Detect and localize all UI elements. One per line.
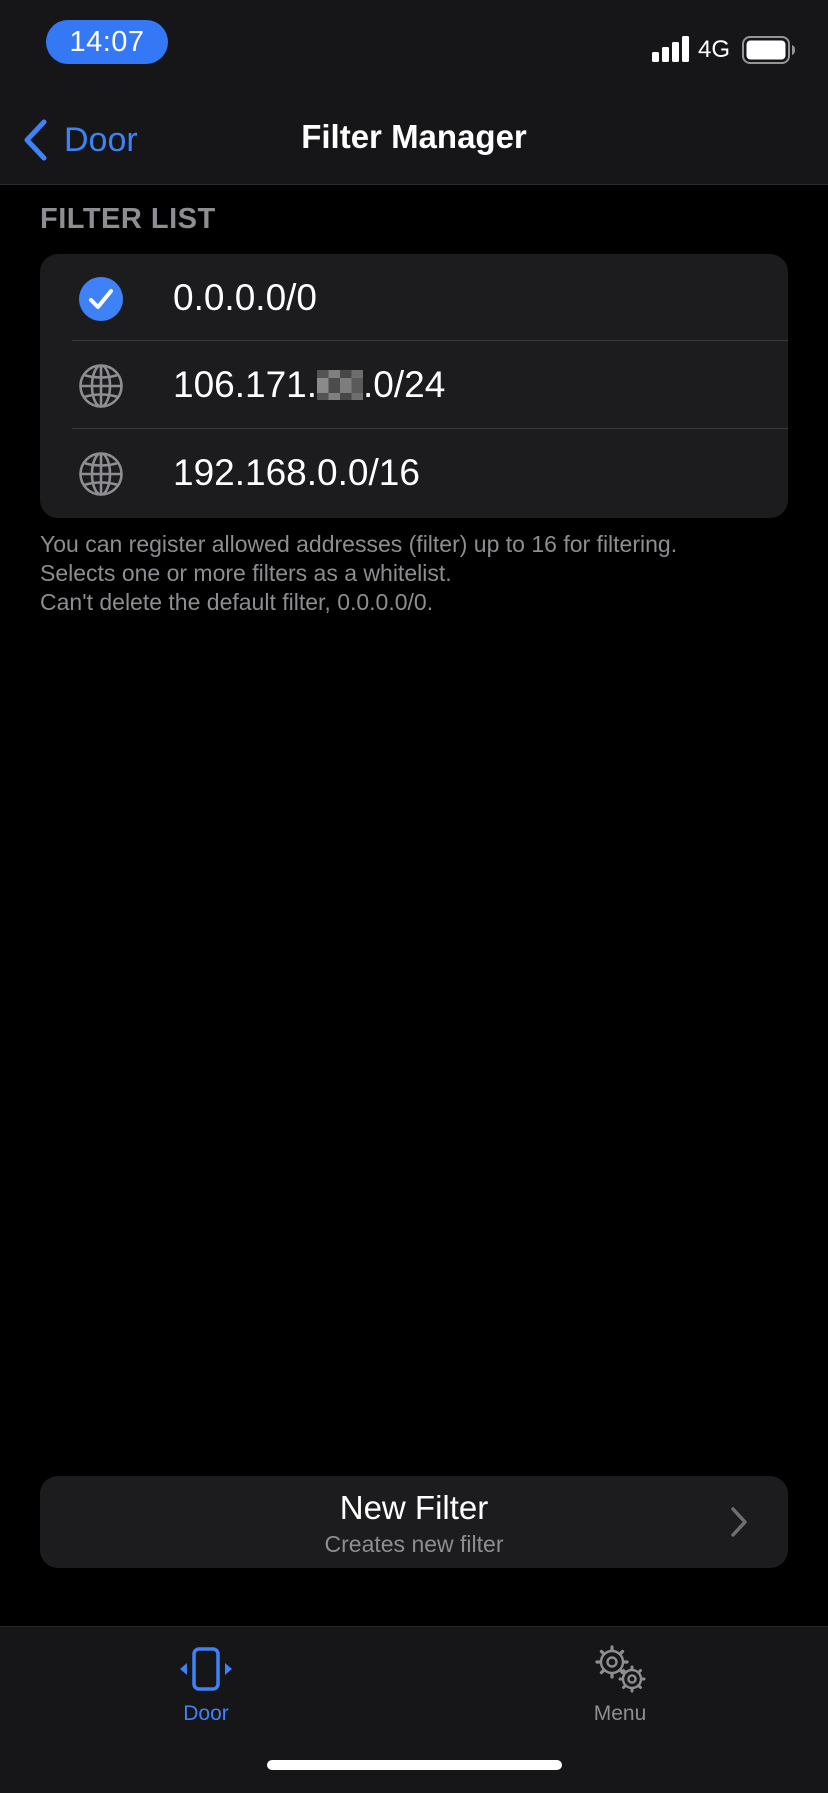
filter-row[interactable]: 106.171. .0/24 xyxy=(40,341,788,429)
new-filter-button[interactable]: New Filter Creates new filter xyxy=(40,1476,788,1568)
footnote-line: Can't delete the default filter, 0.0.0.0… xyxy=(40,589,434,615)
filter-address-prefix: 106.171. xyxy=(173,364,318,405)
new-filter-title: New Filter xyxy=(339,1489,489,1526)
globe-icon xyxy=(79,452,123,496)
page-title: Filter Manager xyxy=(301,118,527,155)
network-type-label: 4G xyxy=(698,36,731,63)
filter-row[interactable]: 0.0.0.0/0 xyxy=(40,254,788,342)
tab-door-label: Door xyxy=(183,1702,229,1725)
tab-door[interactable]: Door xyxy=(136,1645,276,1735)
section-header: FILTER LIST xyxy=(40,203,216,235)
footnote-line: You can register allowed addresses (filt… xyxy=(40,531,678,557)
chevron-right-icon xyxy=(731,1507,747,1537)
navigation-bar: Door Filter Manager xyxy=(0,96,828,185)
globe-icon xyxy=(79,364,123,408)
tab-menu-label: Menu xyxy=(593,1702,647,1725)
filter-address: 106.171. .0/24 xyxy=(173,363,445,407)
checkmark-circle-icon xyxy=(79,277,123,321)
filter-footnote: You can register allowed addresses (filt… xyxy=(40,530,800,617)
filter-address-suffix: .0/24 xyxy=(363,364,446,405)
new-filter-subtitle: Creates new filter xyxy=(324,1531,504,1557)
filter-address: 192.168.0.0/16 xyxy=(173,452,420,493)
home-indicator xyxy=(267,1760,562,1770)
battery-icon xyxy=(742,36,795,64)
redacted-octet xyxy=(317,363,364,407)
footnote-line: Selects one or more filters as a whiteli… xyxy=(40,560,452,586)
filter-row[interactable]: 192.168.0.0/16 xyxy=(40,429,788,517)
tab-menu[interactable]: Menu xyxy=(550,1645,690,1735)
door-icon xyxy=(180,1647,232,1691)
cellular-signal-icon xyxy=(652,36,689,62)
filter-list: 0.0.0.0/0 106.171. .0/24 192.168.0.0/16 xyxy=(40,254,788,518)
status-bar: 14:07 4G xyxy=(0,0,828,96)
gears-icon xyxy=(595,1645,646,1693)
status-time: 14:07 xyxy=(46,20,168,64)
filter-address: 0.0.0.0/0 xyxy=(173,277,318,318)
